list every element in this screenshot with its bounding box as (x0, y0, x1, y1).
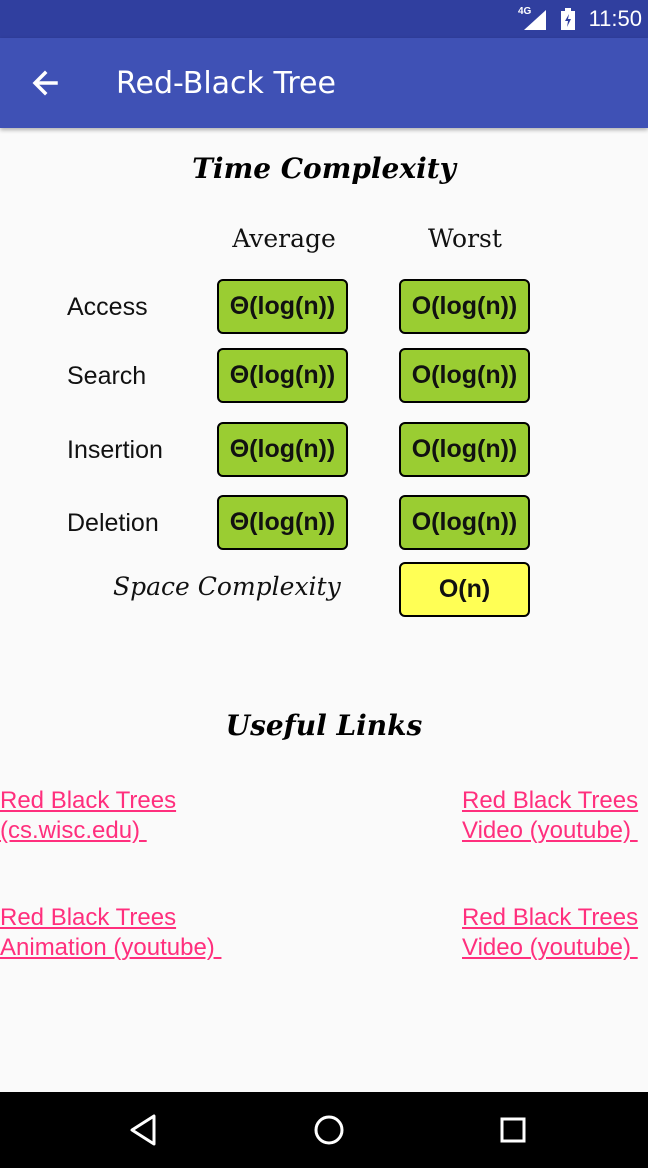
navigation-bar (0, 1092, 648, 1168)
row-label-insertion: Insertion (67, 436, 163, 464)
deletion-average-value: Θ(log(n)) (217, 495, 348, 550)
row-label-deletion: Deletion (67, 509, 159, 537)
clock: 11:50 (588, 6, 642, 31)
link-video-youtube-1[interactable]: Red Black Trees Video (youtube) (462, 786, 638, 846)
space-complexity-value: O(n) (399, 562, 530, 617)
home-circle-icon[interactable] (311, 1112, 347, 1148)
link-video-youtube-2[interactable]: Red Black Trees Video (youtube) (462, 903, 638, 963)
deletion-worst-value: O(log(n)) (399, 495, 530, 550)
app-bar: Red-Black Tree (0, 38, 648, 128)
time-complexity-title: Time Complexity (192, 152, 456, 185)
status-bar: 4G 11:50 (0, 0, 648, 38)
row-label-search: Search (67, 362, 147, 390)
insertion-worst-value: O(log(n)) (399, 422, 530, 477)
access-worst-value: O(log(n)) (399, 279, 530, 334)
row-label-access: Access (67, 293, 148, 321)
column-header-average: Average (232, 224, 336, 253)
link-cs-wisc[interactable]: Red Black Trees (cs.wisc.edu) (0, 786, 176, 846)
column-header-worst: Worst (428, 224, 502, 253)
battery-icon (561, 8, 575, 35)
space-complexity-label: Space Complexity (113, 572, 341, 601)
arrow-back-icon[interactable] (28, 66, 62, 100)
link-animation-youtube[interactable]: Red Black Trees Animation (youtube) (0, 903, 221, 963)
useful-links-title: Useful Links (225, 709, 423, 742)
recents-square-icon[interactable] (495, 1112, 531, 1148)
insertion-average-value: Θ(log(n)) (217, 422, 348, 477)
back-triangle-icon[interactable] (126, 1112, 162, 1148)
page-title: Red-Black Tree (116, 66, 336, 101)
search-average-value: Θ(log(n)) (217, 348, 348, 403)
signal-icon (524, 10, 546, 35)
access-average-value: Θ(log(n)) (217, 279, 348, 334)
search-worst-value: O(log(n)) (399, 348, 530, 403)
